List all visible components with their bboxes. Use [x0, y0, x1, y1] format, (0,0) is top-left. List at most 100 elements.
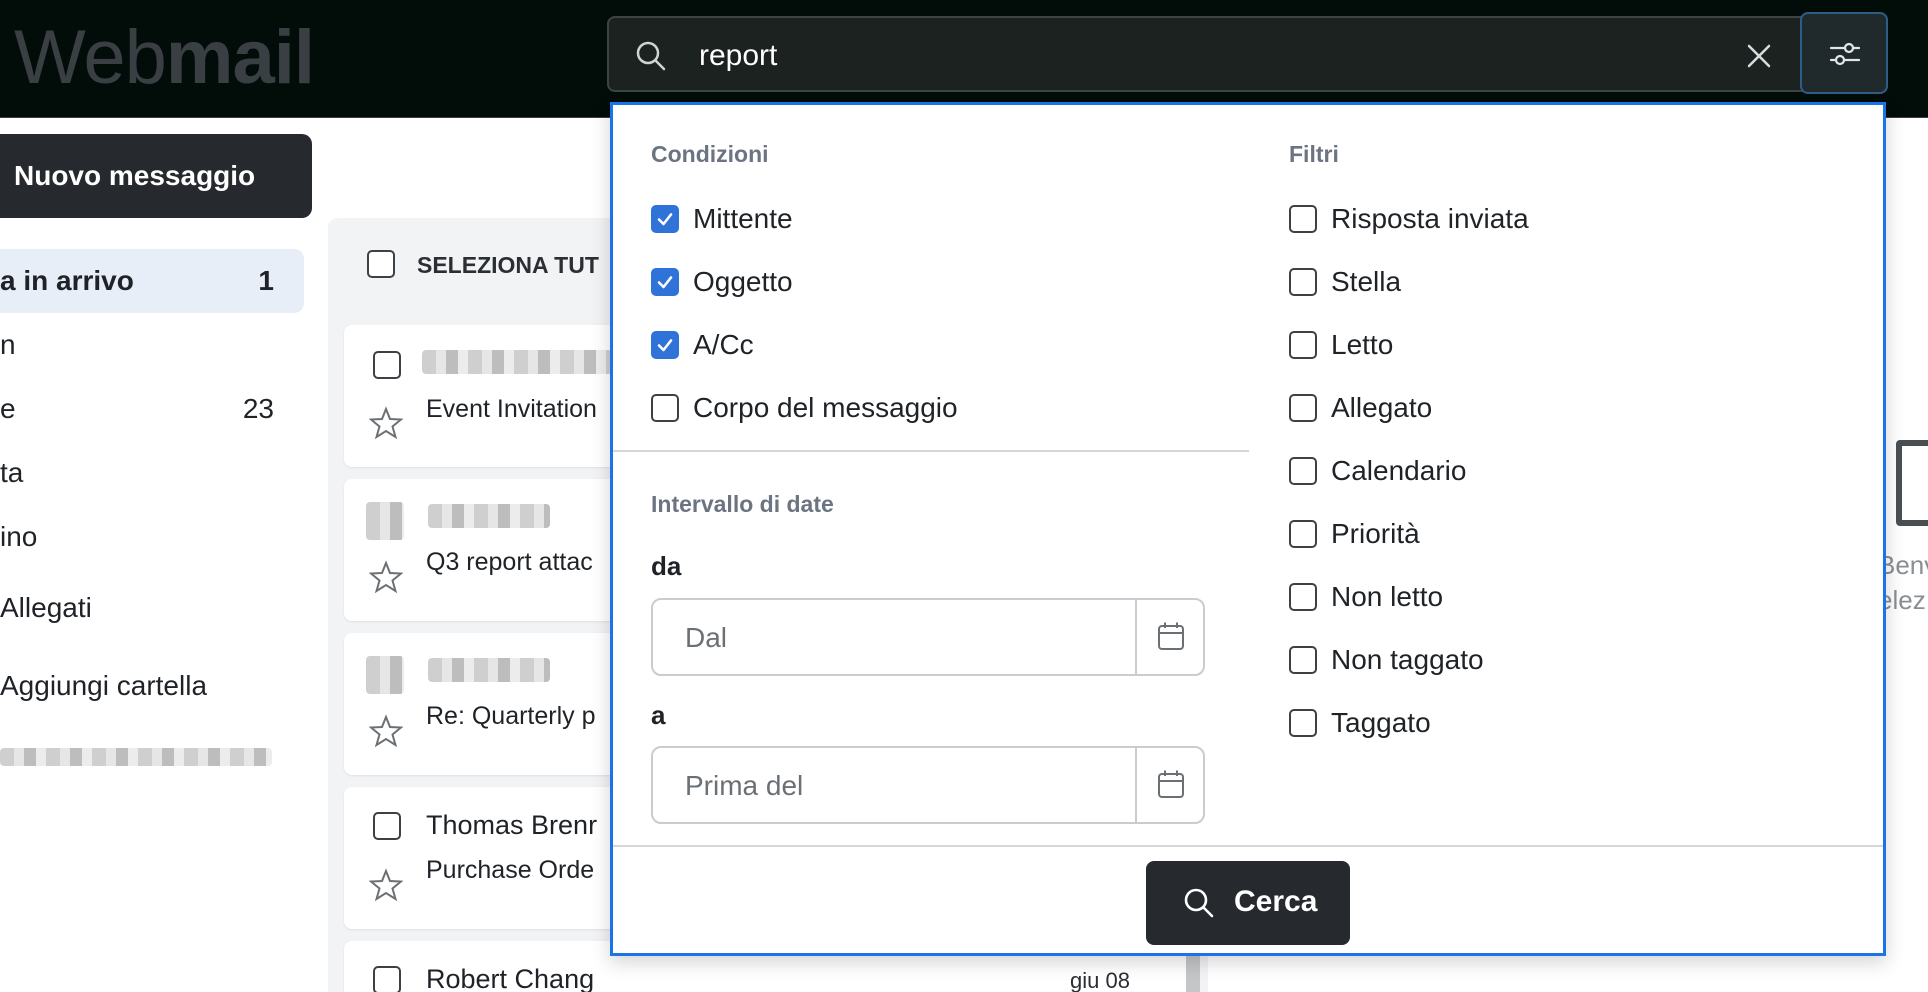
from-date-picker-button[interactable] — [1135, 600, 1203, 674]
logo-light-text: Web — [14, 15, 167, 100]
calendar-icon — [1158, 622, 1184, 650]
checkbox[interactable] — [1289, 520, 1317, 548]
filter-attachment[interactable]: Allegato — [1289, 391, 1709, 425]
message-checkbox[interactable] — [373, 351, 401, 379]
add-folder-label: Aggiungi cartella — [0, 670, 208, 701]
sidebar-item-label: Allegati — [0, 592, 92, 623]
redacted-sender — [428, 658, 550, 682]
checkbox[interactable] — [1289, 457, 1317, 485]
checkbox[interactable] — [1289, 394, 1317, 422]
message-checkbox[interactable] — [373, 812, 401, 840]
checkbox[interactable] — [1289, 646, 1317, 674]
option-label: Priorità — [1331, 518, 1420, 549]
star-icon[interactable] — [369, 560, 403, 594]
footer-divider — [613, 845, 1883, 847]
sidebar-item-attachments[interactable]: Allegati — [0, 576, 304, 640]
checkbox[interactable] — [651, 268, 679, 296]
condition-subject[interactable]: Oggetto — [651, 265, 1071, 299]
message-sender: Thomas Brenr — [426, 810, 598, 840]
condition-sender[interactable]: Mittente — [651, 202, 1071, 236]
add-folder-button[interactable]: Aggiungi cartella — [0, 654, 304, 718]
filter-untagged[interactable]: Non taggato — [1289, 643, 1709, 677]
redacted-sender — [422, 350, 612, 374]
star-icon[interactable] — [369, 406, 403, 440]
sidebar-item-4[interactable]: ta — [0, 441, 304, 505]
sidebar-item-2[interactable]: n — [0, 313, 304, 377]
calendar-icon — [1158, 770, 1184, 798]
sidebar-item-label: ta — [0, 457, 24, 488]
option-label: Non letto — [1331, 581, 1444, 612]
new-message-button[interactable]: Nuovo messaggio — [0, 134, 312, 218]
select-all-checkbox[interactable] — [367, 250, 395, 278]
webmail-logo[interactable]: Webmail — [14, 14, 315, 102]
filter-sliders-icon — [1829, 42, 1861, 66]
mail-icon — [1896, 440, 1928, 526]
folder-count: 23 — [242, 393, 274, 424]
checkbox[interactable] — [1289, 331, 1317, 359]
search-button-label: Cerca — [1234, 885, 1318, 918]
condition-to-cc[interactable]: A/Cc — [651, 328, 1071, 362]
message-subject: Re: Quarterly p — [426, 702, 596, 730]
filter-starred[interactable]: Stella — [1289, 265, 1709, 299]
message-date: giu 08 — [1070, 968, 1130, 992]
message-subject: Purchase Orde — [426, 856, 595, 884]
to-date-field[interactable]: Prima del — [651, 746, 1205, 824]
checkbox[interactable] — [1289, 205, 1317, 233]
checkbox[interactable] — [1289, 268, 1317, 296]
star-icon[interactable] — [369, 868, 403, 902]
checkmark-icon — [657, 276, 673, 289]
top-bar: Webmail report — [0, 0, 1928, 118]
option-label: Corpo del messaggio — [693, 392, 958, 423]
search-options-button[interactable] — [1800, 12, 1888, 94]
option-label: Allegato — [1331, 392, 1433, 423]
to-date-placeholder: Prima del — [685, 770, 804, 801]
sidebar-item-label: a in arrivo — [0, 265, 134, 296]
checkbox[interactable] — [651, 394, 679, 422]
filter-tagged[interactable]: Taggato — [1289, 706, 1709, 740]
search-submit-button[interactable]: Cerca — [1146, 861, 1350, 945]
logo-bold-text: mail — [165, 15, 315, 100]
from-date-field[interactable]: Dal — [651, 598, 1205, 676]
message-subject: Event Invitation — [426, 395, 597, 423]
filter-calendar[interactable]: Calendario — [1289, 454, 1709, 488]
redacted-sender — [428, 504, 550, 528]
checkmark-icon — [657, 213, 673, 226]
option-label: A/Cc — [693, 329, 754, 360]
condition-body[interactable]: Corpo del messaggio — [651, 391, 1071, 425]
sidebar-item-3[interactable]: e 23 — [0, 377, 304, 441]
to-date-label: a — [651, 700, 666, 730]
search-options-dropdown: Condizioni Mittente Oggetto A/Cc Corpo d… — [610, 102, 1886, 956]
date-range-title: Intervallo di date — [651, 491, 834, 517]
redacted-avatar — [366, 656, 404, 694]
sidebar-item-5[interactable]: ino — [0, 505, 304, 569]
sidebar-item-label: ino — [0, 521, 38, 552]
filter-unread[interactable]: Non letto — [1289, 580, 1709, 614]
search-bar[interactable]: report — [607, 16, 1887, 92]
checkbox[interactable] — [1289, 583, 1317, 611]
filters-title: Filtri — [1289, 141, 1339, 167]
section-divider — [613, 450, 1249, 452]
checkbox[interactable] — [651, 331, 679, 359]
filter-replied[interactable]: Risposta inviata — [1289, 202, 1709, 236]
close-icon[interactable] — [1743, 40, 1775, 72]
option-label: Calendario — [1331, 455, 1467, 486]
option-label: Mittente — [693, 203, 793, 234]
sidebar-item-label: e — [0, 393, 16, 424]
message-sender: Robert Chang — [426, 964, 595, 992]
to-date-picker-button[interactable] — [1135, 748, 1203, 822]
option-label: Taggato — [1331, 707, 1431, 738]
select-all-label: SELEZIONA TUT — [417, 252, 599, 278]
search-icon — [636, 41, 666, 71]
option-label: Letto — [1331, 329, 1394, 360]
from-date-placeholder: Dal — [685, 622, 728, 653]
checkbox[interactable] — [1289, 709, 1317, 737]
message-checkbox[interactable] — [373, 966, 401, 992]
star-icon[interactable] — [369, 714, 403, 748]
search-input[interactable]: report — [699, 38, 777, 74]
filter-read[interactable]: Letto — [1289, 328, 1709, 362]
unread-count: 1 — [258, 265, 274, 296]
checkbox[interactable] — [651, 205, 679, 233]
filter-priority[interactable]: Priorità — [1289, 517, 1709, 551]
option-label: Stella — [1331, 266, 1402, 297]
sidebar-item-inbox[interactable]: a in arrivo 1 — [0, 249, 304, 313]
